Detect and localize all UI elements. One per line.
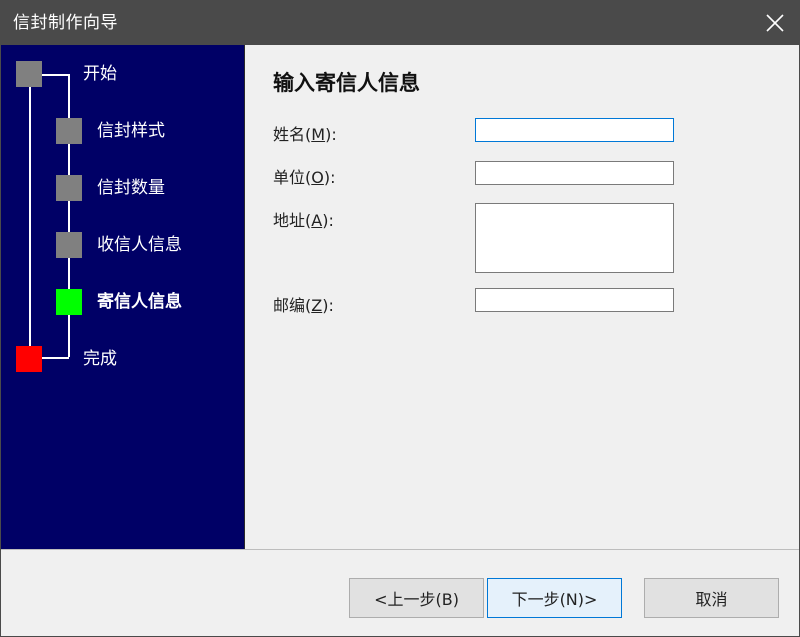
cancel-button[interactable]: 取消 xyxy=(644,578,779,618)
wizard-steps-panel: 开始 信封样式 信封数量 收信人信息 寄信人信息 完成 xyxy=(1,45,245,549)
company-label: 单位(O): xyxy=(273,168,336,187)
tree-connector xyxy=(42,74,69,76)
next-button[interactable]: 下一步(N)> xyxy=(487,578,622,618)
window-title: 信封制作向导 xyxy=(13,13,118,33)
postcode-access-key: Z xyxy=(311,296,323,315)
address-field[interactable] xyxy=(475,203,674,273)
name-field[interactable] xyxy=(475,118,674,142)
postcode-label-text: 邮编 xyxy=(273,296,306,315)
close-button[interactable] xyxy=(751,1,799,45)
title-bar: 信封制作向导 xyxy=(1,1,799,45)
form-panel: 输入寄信人信息 姓名(M): 单位(O): 地址(A): 邮编(Z): xyxy=(245,45,799,549)
tree-connector xyxy=(42,357,69,359)
address-label-text: 地址 xyxy=(273,211,306,230)
step-label-envelope-style: 信封样式 xyxy=(97,121,165,141)
wizard-window: 信封制作向导 开始 信封样式 信封数量 收信人信息 寄信人信息 完成 输入寄信人… xyxy=(0,0,800,637)
step-marker-start xyxy=(16,61,42,87)
step-marker-envelope-style xyxy=(56,118,82,144)
back-button[interactable]: <上一步(B) xyxy=(349,578,484,618)
button-bar: <上一步(B) 下一步(N)> 取消 xyxy=(1,549,799,636)
step-marker-finish xyxy=(16,346,42,372)
step-marker-sender-info xyxy=(56,289,82,315)
tree-connector xyxy=(29,87,31,357)
step-label-recipient-info: 收信人信息 xyxy=(97,235,182,255)
company-access-key: O xyxy=(311,168,324,187)
company-label-text: 单位 xyxy=(273,168,306,187)
page-title: 输入寄信人信息 xyxy=(273,71,420,95)
company-field[interactable] xyxy=(475,161,674,185)
postcode-label: 邮编(Z): xyxy=(273,296,334,315)
close-icon xyxy=(766,14,784,32)
step-marker-envelope-count xyxy=(56,175,82,201)
step-label-start: 开始 xyxy=(83,64,117,84)
address-label: 地址(A): xyxy=(273,211,334,230)
step-marker-recipient-info xyxy=(56,232,82,258)
step-label-finish: 完成 xyxy=(83,349,117,369)
step-label-envelope-count: 信封数量 xyxy=(97,178,165,198)
name-label-text: 姓名 xyxy=(273,125,306,144)
step-label-sender-info: 寄信人信息 xyxy=(97,292,182,312)
name-access-key: M xyxy=(311,125,326,144)
postcode-field[interactable] xyxy=(475,288,674,312)
name-label: 姓名(M): xyxy=(273,125,337,144)
address-access-key: A xyxy=(311,211,323,230)
